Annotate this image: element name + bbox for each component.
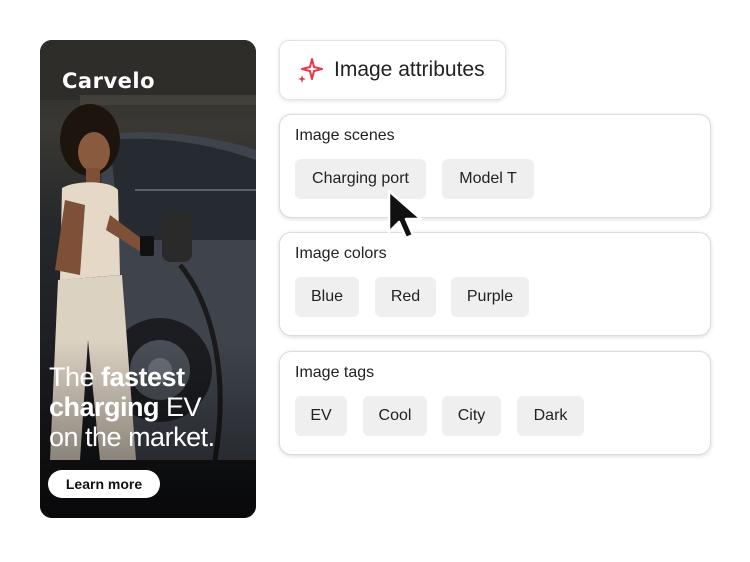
image-tags-card: Image tags EV Cool City Dark [279,351,711,455]
chip-red[interactable]: Red [375,277,436,317]
chip-city[interactable]: City [442,396,501,436]
learn-more-button[interactable]: Learn more [48,470,160,498]
stage: Carvelo The fastest charging EV on the m… [0,0,750,562]
image-colors-card: Image colors Blue Red Purple [279,232,711,336]
headline-text-market: on the market. [49,422,215,452]
brand-logo: Carvelo [62,69,155,93]
headline-bold-charging: charging [49,392,160,422]
headline-text-ev: EV [159,392,202,422]
ad-headline: The fastest charging EV on the market. [49,362,256,452]
headline-text: The [49,362,102,392]
chip-purple[interactable]: Purple [451,277,529,317]
chip-blue[interactable]: Blue [295,277,359,317]
image-attributes-header: Image attributes [279,40,506,100]
chip-ev[interactable]: EV [295,396,347,436]
chip-dark[interactable]: Dark [517,396,584,436]
card-title: Image colors [295,245,387,262]
card-title: Image scenes [295,127,395,144]
headline-bold-fastest: fastest [101,362,185,392]
ad-banner: Carvelo The fastest charging EV on the m… [40,40,256,518]
mouse-pointer-icon [387,189,423,240]
image-scenes-card: Image scenes Charging port Model T [279,114,711,218]
sparkle-icon [298,58,323,83]
chip-cool[interactable]: Cool [363,396,427,436]
header-title: Image attributes [334,58,485,81]
chip-model-t[interactable]: Model T [442,159,534,199]
card-title: Image tags [295,364,375,381]
